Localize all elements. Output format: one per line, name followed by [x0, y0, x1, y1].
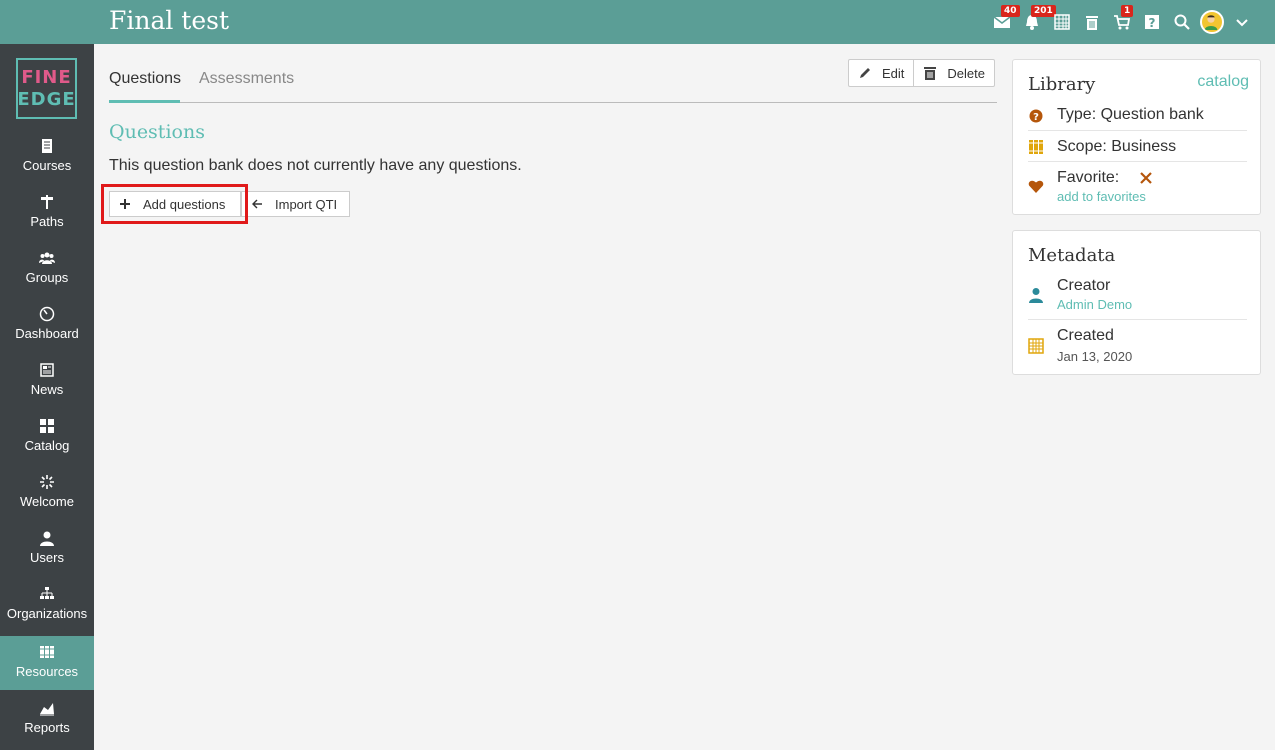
cart-badge: 1 [1121, 5, 1134, 17]
grid-icon [40, 419, 54, 433]
user-icon [40, 531, 54, 546]
library-type-row: ? Type: Question bank [1028, 100, 1247, 130]
sidebar-item-label: Resources [15, 664, 79, 679]
avatar [1200, 10, 1224, 34]
help-icon: ? [1145, 15, 1159, 30]
import-qti-button[interactable]: Import QTI [241, 191, 350, 217]
logo-line-2: EDGE [17, 88, 76, 110]
sidebar-item-label: Users [30, 550, 64, 565]
sidebar: FINE EDGE Courses Paths Groups Dashboard… [0, 44, 94, 750]
metadata-title: Metadata [1028, 245, 1116, 266]
trash-icon [924, 67, 937, 80]
sidebar-item-users[interactable]: Users [0, 522, 94, 578]
metadata-created-row: Created Jan 13, 2020 [1028, 319, 1247, 369]
library-scope-row: Scope: Business [1028, 130, 1247, 161]
sidebar-item-catalog[interactable]: Catalog [0, 410, 94, 466]
sidebar-item-label: Catalog [24, 438, 70, 453]
sidebar-item-courses[interactable]: Courses [0, 130, 94, 186]
sidebar-item-reports[interactable]: Reports [0, 692, 94, 748]
fine-edge-logo[interactable]: FINE EDGE [16, 58, 77, 119]
top-bar: Final test 40 201 1 ? [0, 0, 1275, 44]
sidebar-item-label: Reports [24, 720, 70, 735]
sidebar-item-resources[interactable]: Resources [0, 636, 94, 690]
library-scope: Scope: Business [1057, 138, 1177, 155]
toolbar: Edit Delete [848, 59, 995, 87]
library-favorite-label: Favorite: [1057, 169, 1120, 186]
calendar-button[interactable] [1047, 0, 1077, 44]
org-chart-icon [40, 587, 54, 599]
library-title: Library [1028, 74, 1096, 95]
sidebar-item-label: Welcome [20, 494, 74, 509]
pencil-icon [860, 68, 870, 78]
sidebar-item-label: Organizations [6, 606, 88, 621]
messages-button[interactable]: 40 [987, 0, 1020, 44]
logo-line-1: FINE [21, 66, 72, 88]
question-circle-icon: ? [1029, 109, 1043, 123]
catalog-link[interactable]: catalog [1197, 73, 1249, 91]
library-favorite-row: Favorite: add to favorites [1028, 161, 1247, 209]
signpost-icon [41, 195, 53, 209]
tab-questions[interactable]: Questions [109, 70, 181, 88]
svg-text:?: ? [1149, 16, 1156, 30]
sidebar-item-label: Dashboard [15, 326, 79, 341]
heart-icon [1028, 180, 1044, 193]
sidebar-item-label: Groups [25, 270, 69, 285]
arrow-left-icon [252, 199, 262, 209]
metadata-creator-row: Creator Admin Demo [1028, 275, 1247, 319]
notifications-button[interactable]: 201 [1017, 0, 1056, 44]
cart-button[interactable]: 1 [1107, 0, 1137, 44]
svg-text:?: ? [1033, 112, 1039, 123]
chart-icon [40, 703, 54, 716]
edit-button[interactable]: Edit [849, 60, 913, 86]
sidebar-item-organizations[interactable]: Organizations [0, 578, 94, 634]
section-title: Questions [109, 121, 205, 143]
close-icon [1140, 172, 1152, 184]
creator-label: Creator [1057, 277, 1111, 294]
sidebar-item-label: Courses [22, 158, 72, 173]
chevron-down-icon [1236, 19, 1248, 27]
user-icon [1029, 288, 1043, 303]
avatar-icon [1204, 15, 1218, 30]
sidebar-item-groups[interactable]: Groups [0, 242, 94, 298]
trash-icon [1086, 16, 1098, 30]
sidebar-item-dashboard[interactable]: Dashboard [0, 298, 94, 354]
library-panel: Library catalog ? Type: Question bank Sc… [1012, 59, 1261, 215]
book-icon [42, 139, 52, 153]
creator-link[interactable]: Admin Demo [1057, 297, 1132, 312]
sidebar-item-paths[interactable]: Paths [0, 186, 94, 242]
highlight-box [101, 184, 248, 224]
library-type: Type: Question bank [1057, 106, 1204, 123]
user-menu-button[interactable] [1197, 0, 1227, 44]
books-icon [40, 646, 54, 658]
page-title: Final test [109, 6, 230, 35]
top-icons: 40 201 1 ? [987, 0, 1257, 44]
delete-label: Delete [947, 65, 985, 81]
delete-button[interactable]: Delete [913, 60, 994, 86]
edit-label: Edit [882, 65, 905, 81]
active-tab-indicator [109, 100, 180, 103]
created-date: Jan 13, 2020 [1057, 349, 1133, 364]
calendar-icon [1054, 14, 1070, 30]
created-label: Created [1057, 327, 1114, 344]
calendar-icon [1028, 338, 1044, 354]
empty-state-text: This question bank does not currently ha… [109, 157, 522, 174]
import-qti-label: Import QTI [275, 196, 338, 212]
search-button[interactable] [1167, 0, 1197, 44]
search-icon [1174, 14, 1190, 30]
books-icon [1029, 140, 1043, 154]
tab-assessments[interactable]: Assessments [199, 70, 294, 88]
groups-icon [39, 252, 55, 264]
sidebar-item-news[interactable]: News [0, 354, 94, 410]
sparkle-icon [40, 475, 54, 489]
newspaper-icon [40, 363, 54, 377]
trash-button[interactable] [1077, 0, 1107, 44]
metadata-panel: Metadata Creator Admin Demo Created Jan … [1012, 230, 1261, 375]
help-button[interactable]: ? [1137, 0, 1167, 44]
add-to-favorites-link[interactable]: add to favorites [1057, 189, 1146, 204]
sidebar-item-label: News [30, 382, 64, 397]
gauge-icon [39, 306, 55, 322]
sidebar-item-label: Paths [30, 214, 64, 229]
sidebar-item-welcome[interactable]: Welcome [0, 466, 94, 522]
user-menu-toggle[interactable] [1227, 0, 1257, 44]
